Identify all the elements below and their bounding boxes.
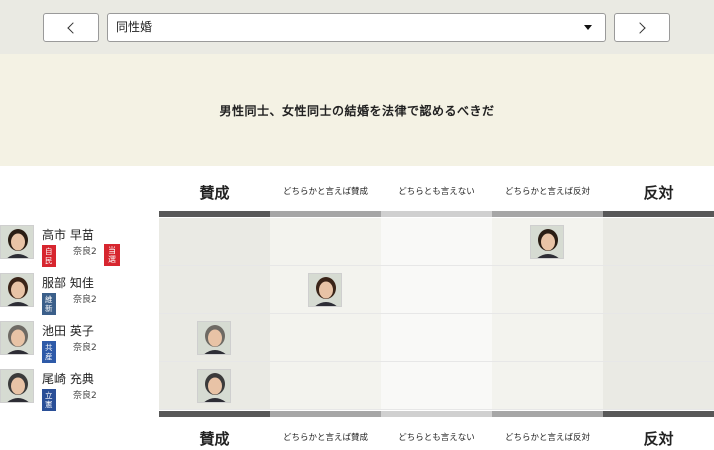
column-bar — [492, 411, 603, 417]
column-header-lean-oppose: どちらかと 言えば反対 — [492, 174, 603, 210]
candidate-photo — [0, 225, 34, 259]
column-header-line: 言えない — [440, 433, 475, 443]
column-bar — [492, 211, 603, 217]
column-header-line: 言えば賛成 — [325, 187, 369, 197]
party-badge: 自民 — [42, 245, 56, 267]
candidate-photo — [0, 321, 34, 355]
chevron-left-icon — [67, 21, 79, 34]
candidate-photo — [0, 273, 34, 307]
answer-cell — [270, 266, 381, 314]
question-text: 男性同士、女性同士の結婚を法律で認めるべきだ — [219, 103, 495, 118]
column-header-line: どちらかと — [282, 187, 326, 197]
column-header-line: 反対 — [643, 183, 674, 202]
district-label: 奈良2 — [73, 343, 97, 353]
chevron-right-icon — [634, 21, 646, 34]
column-header-oppose: 反対 — [603, 174, 714, 210]
column-bar — [381, 411, 492, 417]
column-header-line: 賛成 — [199, 429, 230, 448]
district-label: 奈良2 — [73, 247, 97, 257]
candidate-photo-marker[interactable] — [530, 225, 564, 259]
district-label: 奈良2 — [73, 391, 97, 401]
answer-cell — [159, 314, 270, 362]
previous-topic-button[interactable] — [43, 13, 99, 42]
elected-badge: 当選 — [104, 244, 120, 266]
caret-down-icon — [584, 25, 592, 30]
column-bar — [603, 411, 714, 417]
column-header-line: 反対 — [643, 429, 674, 448]
answer-cell — [603, 218, 714, 266]
party-badge: 立憲 — [42, 389, 56, 411]
column-header-line: どちらかと — [504, 433, 548, 443]
answer-cell — [381, 362, 492, 410]
column-header-line: 賛成 — [199, 183, 230, 202]
party-badge: 維新 — [42, 293, 56, 315]
answer-cell — [159, 218, 270, 266]
column-bar — [159, 211, 270, 217]
column-header-oppose: 反対 — [603, 420, 714, 450]
column-header-support: 賛成 — [159, 420, 270, 450]
answer-cell — [159, 266, 270, 314]
candidate-name: 服部 知佳 — [42, 276, 94, 290]
candidate-photo-marker[interactable] — [197, 369, 231, 403]
answer-cell — [381, 266, 492, 314]
party-badge: 共産 — [42, 341, 56, 363]
topic-select[interactable]: 同性婚 — [107, 13, 606, 42]
column-bar — [159, 411, 270, 417]
candidate-photo — [0, 369, 34, 403]
column-header-line: 言えない — [440, 187, 475, 197]
answer-cell — [492, 266, 603, 314]
answer-cell — [603, 314, 714, 362]
answer-cell — [603, 362, 714, 410]
column-bar — [270, 211, 381, 217]
answer-cell — [603, 266, 714, 314]
column-bar — [270, 411, 381, 417]
question-banner: 男性同士、女性同士の結婚を法律で認めるべきだ — [0, 54, 714, 166]
topic-navigation: 同性婚 — [0, 0, 714, 54]
column-header-line: どちらとも — [398, 187, 441, 197]
answer-cell — [381, 314, 492, 362]
column-header-line: どちらかと — [504, 187, 548, 197]
answer-cell — [270, 218, 381, 266]
next-topic-button[interactable] — [614, 13, 670, 42]
column-header-neutral: どちらとも 言えない — [381, 420, 492, 450]
candidate-photo-marker[interactable] — [308, 273, 342, 307]
column-header-lean-oppose: どちらかと 言えば反対 — [492, 420, 603, 450]
answer-cell — [381, 218, 492, 266]
column-bar — [603, 211, 714, 217]
column-header-line: 言えば反対 — [547, 187, 591, 197]
column-header-line: 言えば賛成 — [325, 433, 369, 443]
answer-cell — [492, 362, 603, 410]
candidate-photo-marker[interactable] — [197, 321, 231, 355]
candidate-name: 池田 英子 — [42, 324, 94, 338]
column-header-line: 言えば反対 — [547, 433, 591, 443]
district-label: 奈良2 — [73, 295, 97, 305]
column-header-lean-support: どちらかと 言えば賛成 — [270, 174, 381, 210]
answer-cell — [270, 314, 381, 362]
answer-cell — [492, 218, 603, 266]
column-bar — [381, 211, 492, 217]
column-header-support: 賛成 — [159, 174, 270, 210]
topic-select-value: 同性婚 — [116, 20, 153, 34]
column-header-lean-support: どちらかと 言えば賛成 — [270, 420, 381, 450]
answer-cell — [159, 362, 270, 410]
answer-cell — [270, 362, 381, 410]
candidate-name: 高市 早苗 — [42, 228, 94, 242]
candidate-name: 尾崎 充典 — [42, 372, 94, 386]
column-header-line: どちらとも — [398, 433, 441, 443]
column-header-neutral: どちらとも 言えない — [381, 174, 492, 210]
answer-cell — [492, 314, 603, 362]
column-header-line: どちらかと — [282, 433, 326, 443]
